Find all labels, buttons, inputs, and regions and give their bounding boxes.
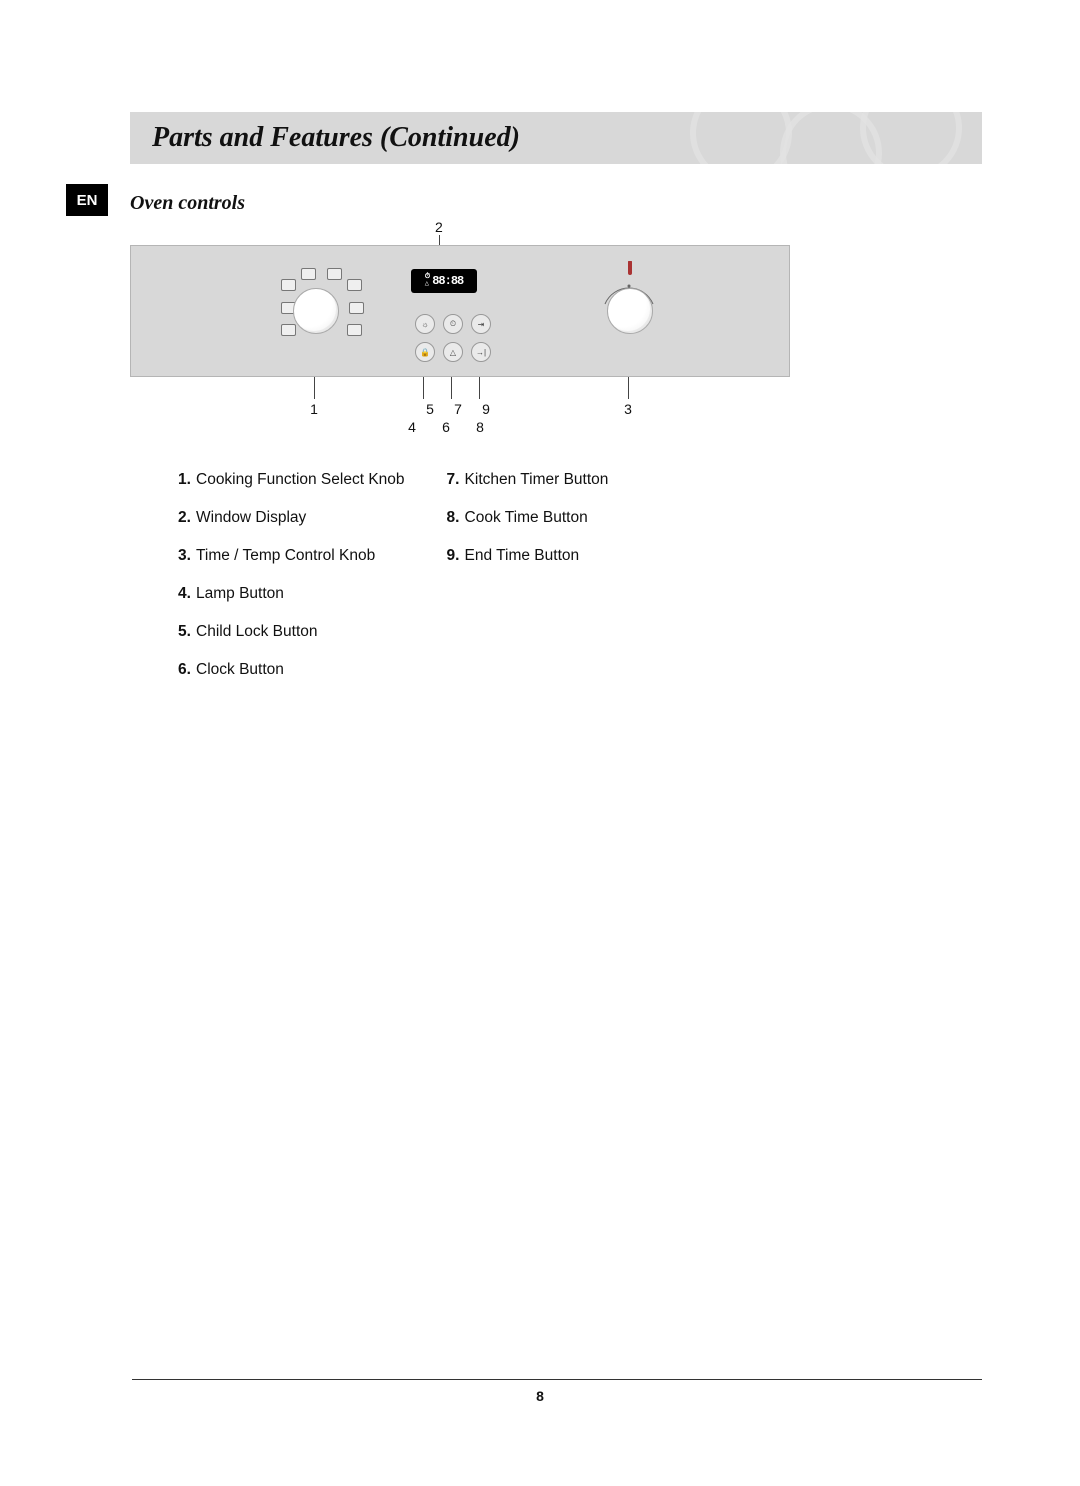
mode-icon <box>349 302 364 314</box>
legend-item: 7.Kitchen Timer Button <box>447 471 609 489</box>
legend-item: 9.End Time Button <box>447 547 609 565</box>
callout-line <box>451 377 452 399</box>
callout-line <box>479 377 480 399</box>
legend-column-left: 1.Cooking Function Select Knob 2.Window … <box>178 471 405 699</box>
section-header: Parts and Features (Continued) <box>130 112 982 164</box>
child-lock-button-icon: 🔒 <box>415 342 435 362</box>
callout-number-5: 5 <box>426 401 434 417</box>
callout-numbers: 1 5 7 9 4 6 8 3 <box>130 377 790 437</box>
header-decoration <box>860 112 962 164</box>
legend: 1.Cooking Function Select Knob 2.Window … <box>178 471 982 699</box>
callout-number-4: 4 <box>408 419 416 435</box>
callout-line <box>628 377 629 399</box>
callout-number-9: 9 <box>482 401 490 417</box>
header-decoration <box>690 112 792 164</box>
control-panel: ⏱△ 88:88 ☼ ⏲ ⇥ 🔒 △ →| <box>130 245 790 377</box>
callout-line <box>314 377 315 399</box>
legend-column-right: 7.Kitchen Timer Button 8.Cook Time Butto… <box>447 471 609 699</box>
thermometer-icon <box>628 261 632 275</box>
callout-number-6: 6 <box>442 419 450 435</box>
display-icons: ⏱△ <box>425 274 430 288</box>
display-readout: 88:88 <box>432 274 463 288</box>
kitchen-timer-button-icon: ⏲ <box>443 314 463 334</box>
mode-icon <box>347 279 362 291</box>
subsection-title: Oven controls <box>130 192 982 215</box>
footer-rule <box>132 1379 982 1380</box>
cook-time-button-icon: ⇥ <box>471 314 491 334</box>
window-display: ⏱△ 88:88 <box>411 269 477 293</box>
callout-line <box>423 377 424 399</box>
time-temp-knob <box>607 288 653 334</box>
clock-button-icon: △ <box>443 342 463 362</box>
lamp-button-icon: ☼ <box>415 314 435 334</box>
callout-number-8: 8 <box>476 419 484 435</box>
end-time-button-icon: →| <box>471 342 491 362</box>
mode-icon <box>327 268 342 280</box>
mode-icon <box>281 279 296 291</box>
callout-number-2: 2 <box>435 219 443 235</box>
legend-item: 6.Clock Button <box>178 661 405 679</box>
callout-number-1: 1 <box>310 401 318 417</box>
section-title: Parts and Features (Continued) <box>152 122 520 154</box>
legend-item: 5.Child Lock Button <box>178 623 405 641</box>
callout-number-7: 7 <box>454 401 462 417</box>
page-number: 8 <box>0 1388 1080 1404</box>
legend-item: 2.Window Display <box>178 509 405 527</box>
mode-icon <box>281 324 296 336</box>
mode-icon <box>301 268 316 280</box>
cooking-function-knob <box>293 288 339 334</box>
oven-controls-diagram: 2 ⏱△ 88:88 ☼ ⏲ ⇥ 🔒 △ →| <box>130 245 790 437</box>
document-page: Parts and Features (Continued) EN Oven c… <box>0 0 1080 1486</box>
legend-item: 1.Cooking Function Select Knob <box>178 471 405 489</box>
mode-icon <box>347 324 362 336</box>
language-tag: EN <box>66 184 108 216</box>
legend-item: 4.Lamp Button <box>178 585 405 603</box>
legend-item: 3.Time / Temp Control Knob <box>178 547 405 565</box>
legend-item: 8.Cook Time Button <box>447 509 609 527</box>
callout-number-3: 3 <box>624 401 632 417</box>
